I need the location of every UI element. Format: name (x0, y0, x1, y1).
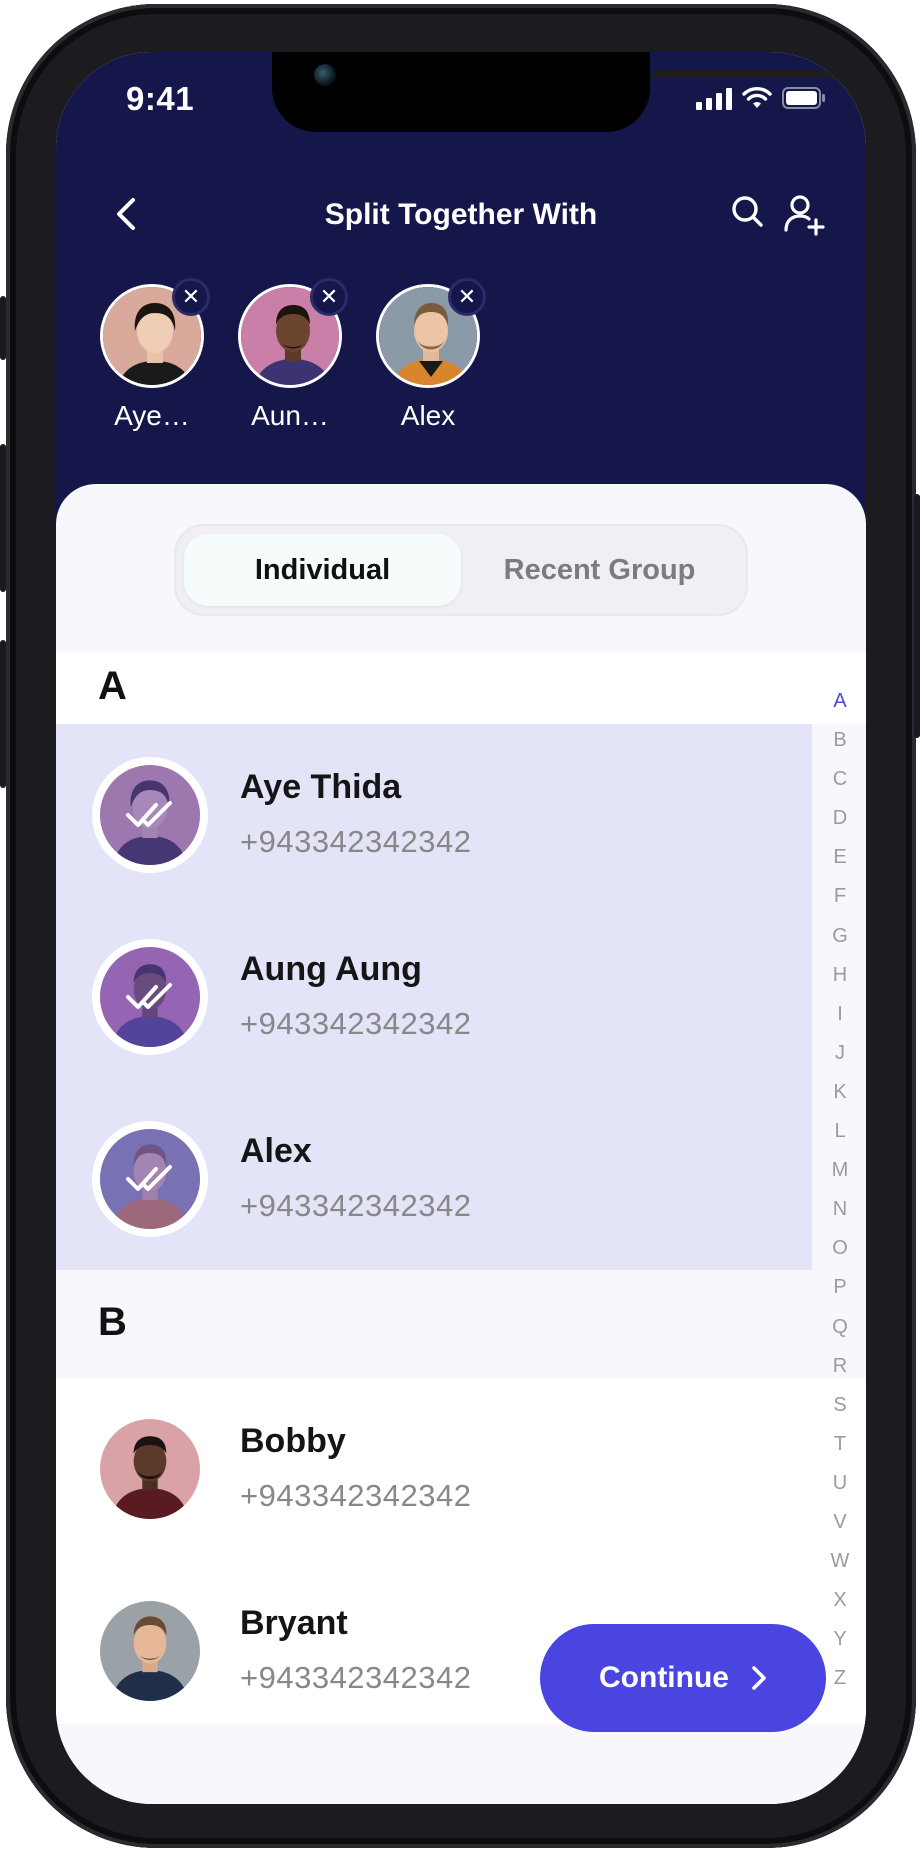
alphabet-index-letter[interactable]: Z (822, 1667, 858, 1706)
double-check-icon (126, 801, 172, 827)
alphabet-index-letter[interactable]: D (822, 807, 858, 846)
side-button-volume-down (0, 640, 6, 788)
selected-overlay (100, 765, 200, 865)
alphabet-index-letter[interactable]: Q (822, 1316, 858, 1355)
status-icons (696, 86, 826, 110)
alphabet-index-letter[interactable]: G (822, 925, 858, 964)
add-contact-button[interactable] (782, 192, 826, 236)
selected-contact[interactable]: ✕ Alex (374, 278, 486, 432)
alphabet-index-letter[interactable]: I (822, 1003, 858, 1042)
alphabet-index-letter[interactable]: L (822, 1120, 858, 1159)
tab-recent-group[interactable]: Recent Group (461, 534, 738, 606)
continue-label: Continue (599, 1661, 729, 1694)
section-header: A (56, 652, 866, 724)
camera-icon (314, 64, 336, 86)
continue-button[interactable]: Continue (540, 1624, 826, 1732)
contact-phone: +943342342342 (240, 1006, 472, 1041)
alphabet-index-letter[interactable]: T (822, 1433, 858, 1472)
alphabet-index-letter[interactable]: J (822, 1042, 858, 1081)
alphabet-index-letter[interactable]: Y (822, 1628, 858, 1667)
side-button-power (914, 494, 920, 738)
contact-phone: +943342342342 (240, 1478, 472, 1513)
alphabet-index-letter[interactable]: C (822, 768, 858, 807)
double-check-icon (126, 1165, 172, 1191)
alphabet-index-letter[interactable]: E (822, 846, 858, 885)
phone-screen: 9:41 Split Together With ✕ Aye… ✕ Aun… ✕… (56, 52, 866, 1804)
selected-contact-name: Aye… (114, 400, 190, 431)
avatar (92, 1121, 208, 1237)
top-bar: Split Together With (56, 172, 866, 252)
section-letter: B (98, 1300, 127, 1344)
alphabet-index-letter[interactable]: U (822, 1472, 858, 1511)
contact-row[interactable]: Aye Thida +943342342342 (56, 724, 812, 906)
selected-contacts: ✕ Aye… ✕ Aun… ✕ Alex (98, 278, 486, 432)
alphabet-index-letter[interactable]: R (822, 1355, 858, 1394)
section-header-partial (56, 1724, 866, 1804)
section-letter: A (98, 664, 127, 708)
chevron-right-icon (752, 1666, 766, 1690)
alphabet-index-letter[interactable]: B (822, 729, 858, 768)
remove-selected-button[interactable]: ✕ (448, 278, 486, 316)
alphabet-index-letter[interactable]: N (822, 1198, 858, 1237)
alphabet-index-letter[interactable]: K (822, 1081, 858, 1120)
alphabet-index-letter[interactable]: P (822, 1276, 858, 1315)
contact-row[interactable]: Alex +943342342342 (56, 1088, 812, 1270)
contact-name: Aung Aung (240, 950, 422, 988)
remove-selected-button[interactable]: ✕ (172, 278, 210, 316)
wifi-icon (742, 87, 772, 108)
alphabet-index-letter[interactable]: A (822, 690, 858, 729)
side-button-silent (0, 296, 6, 360)
man-avatar-icon (100, 1419, 200, 1519)
avatar (92, 939, 208, 1055)
contact-row[interactable]: Bobby +943342342342 (56, 1378, 866, 1560)
selected-contact-name: Aun… (251, 400, 329, 431)
alphabet-index-letter[interactable]: M (822, 1159, 858, 1198)
battery-icon (782, 87, 825, 109)
side-button-volume-up (0, 444, 6, 592)
contact-row[interactable]: Aung Aung +943342342342 (56, 906, 812, 1088)
section-header: B (56, 1270, 866, 1378)
alphabet-index-letter[interactable]: V (822, 1511, 858, 1550)
segmented-control: Individual Recent Group (174, 524, 748, 616)
selected-contact-name: Alex (400, 400, 456, 431)
remove-selected-button[interactable]: ✕ (310, 278, 348, 316)
tab-individual[interactable]: Individual (184, 534, 461, 606)
avatar (100, 1419, 200, 1519)
alphabet-index-letter[interactable]: W (822, 1550, 858, 1589)
man-avatar-icon (100, 1601, 200, 1701)
selected-overlay (100, 947, 200, 1047)
alphabet-index[interactable]: ABCDEFGHIJKLMNOPQRSTUVWXYZ (822, 690, 858, 1706)
double-check-icon (126, 983, 172, 1009)
selected-contact[interactable]: ✕ Aye… (98, 278, 210, 432)
contact-phone: +943342342342 (240, 1188, 472, 1223)
contact-name: Alex (240, 1132, 312, 1170)
avatar (92, 757, 208, 873)
selected-contact[interactable]: ✕ Aun… (236, 278, 348, 432)
alphabet-index-letter[interactable]: O (822, 1237, 858, 1276)
contact-name: Aye Thida (240, 768, 402, 806)
selected-overlay (100, 1129, 200, 1229)
alphabet-index-letter[interactable]: X (822, 1589, 858, 1628)
signal-icon (696, 86, 732, 110)
speaker (652, 70, 842, 78)
contact-name: Bobby (240, 1422, 346, 1460)
alphabet-index-letter[interactable]: S (822, 1394, 858, 1433)
alphabet-index-letter[interactable]: F (822, 885, 858, 924)
contact-phone: +943342342342 (240, 824, 472, 859)
contact-phone: +943342342342 (240, 1660, 472, 1695)
alphabet-index-letter[interactable]: H (822, 964, 858, 1003)
add-user-icon (784, 195, 825, 236)
avatar (100, 1601, 200, 1701)
search-button[interactable] (728, 192, 768, 232)
status-time: 9:41 (126, 80, 195, 117)
search-icon (732, 196, 763, 227)
contact-name: Bryant (240, 1604, 348, 1642)
